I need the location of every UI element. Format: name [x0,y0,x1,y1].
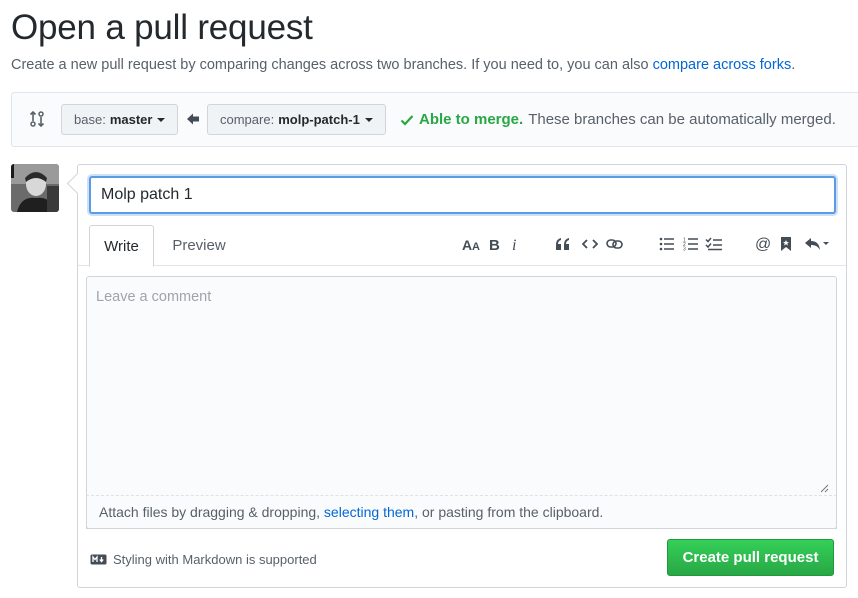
markdown-icon [90,554,107,565]
branch-range-bar: base: master compare: molp-patch-1 Able … [11,92,858,147]
base-branch-name: master [109,112,153,127]
svg-text:i: i [512,237,516,251]
attach-files-bar[interactable]: Attach files by dragging & dropping, sel… [86,495,837,529]
markdown-note-text: Styling with Markdown is supported [113,552,317,567]
page-subtitle: Create a new pull request by comparing c… [11,57,795,73]
tab-write[interactable]: Write [89,225,154,267]
svg-text:3: 3 [683,247,686,252]
reply-icon[interactable] [803,233,831,255]
compare-label: compare: [220,112,275,127]
resize-handle-icon[interactable] [819,483,829,493]
page-title: Open a pull request [11,8,313,47]
create-pull-request-button[interactable]: Create pull request [667,539,834,576]
user-avatar-image [11,164,59,212]
compare-across-forks-link[interactable]: compare across forks [653,57,792,73]
link-icon[interactable] [605,233,625,255]
svg-text:A: A [462,237,472,251]
compare-branch-select[interactable]: compare: molp-patch-1 [207,104,386,135]
text-size-icon[interactable]: AA [461,233,483,255]
merge-note-text: These branches can be automatically merg… [528,111,836,128]
merge-ok-text: Able to merge. [419,111,524,128]
markdown-support-note[interactable]: Styling with Markdown is supported [90,552,317,567]
svg-text:@: @ [755,236,771,252]
chevron-down-icon [157,117,166,122]
bold-icon[interactable]: B [488,233,502,255]
subtitle-end: . [791,57,796,73]
avatar[interactable] [11,164,59,212]
comment-textarea[interactable] [86,276,837,529]
italic-icon[interactable]: i [510,233,520,255]
pull-request-composer: Write Preview AA B i 123 @ [77,164,847,588]
bookmark-icon[interactable] [779,233,793,255]
attach-suffix: , or pasting from the clipboard. [414,504,604,520]
svg-text:B: B [489,237,500,251]
select-files-link[interactable]: selecting them [324,504,414,520]
pr-title-input[interactable] [89,176,836,214]
compare-icon [29,110,45,128]
base-label: base: [74,112,106,127]
tab-preview[interactable]: Preview [164,225,234,266]
arrow-left-icon [187,113,199,125]
code-icon[interactable] [581,233,599,255]
quote-icon[interactable] [554,233,572,255]
compare-branch-name: molp-patch-1 [278,112,360,127]
ordered-list-icon[interactable]: 123 [682,233,700,255]
mention-icon[interactable]: @ [754,233,772,255]
unordered-list-icon[interactable] [658,233,676,255]
attach-prefix: Attach files by dragging & dropping, [99,504,324,520]
subtitle-text: Create a new pull request by comparing c… [11,57,649,73]
merge-status: Able to merge. These branches can be aut… [400,111,836,128]
editor-tabs: Write Preview AA B i 123 @ [78,224,846,267]
chevron-down-icon [364,117,373,122]
base-branch-select[interactable]: base: master [61,104,179,135]
task-list-icon[interactable] [704,233,724,255]
svg-text:A: A [472,241,480,251]
check-icon [400,114,414,126]
